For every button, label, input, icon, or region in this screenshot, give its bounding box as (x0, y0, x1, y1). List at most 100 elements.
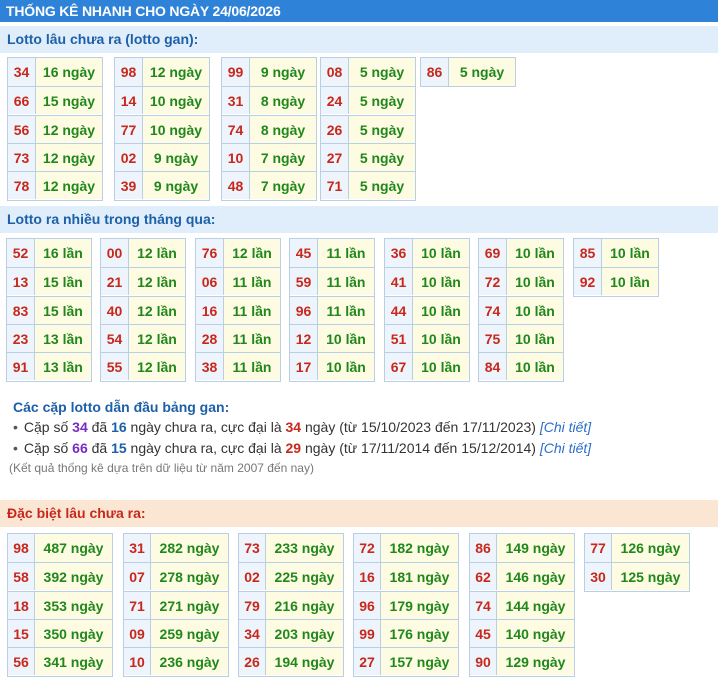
lotto-number[interactable]: 31 (222, 87, 250, 114)
lotto-number[interactable]: 31 (124, 534, 151, 562)
lotto-number[interactable]: 26 (321, 116, 349, 143)
lotto-number[interactable]: 56 (8, 648, 35, 675)
lotto-number[interactable]: 99 (222, 58, 250, 86)
detail-link[interactable]: [Chi tiết] (540, 440, 591, 456)
lotto-number[interactable]: 74 (470, 592, 497, 619)
lotto-number[interactable]: 74 (479, 297, 507, 324)
special-section-header: Đặc biệt lâu chưa ra: (0, 500, 718, 527)
lotto-number[interactable]: 77 (585, 534, 612, 562)
lotto-number[interactable]: 15 (8, 620, 35, 647)
lotto-number[interactable]: 00 (101, 239, 129, 267)
lotto-number[interactable]: 55 (101, 353, 129, 380)
lotto-number[interactable]: 44 (385, 297, 413, 324)
special-column: 72 182 ngày 16 181 ngày 96 179 ngày 99 176 ngày… (353, 533, 459, 677)
lotto-number[interactable]: 45 (290, 239, 318, 267)
lotto-number[interactable]: 27 (321, 144, 349, 171)
lotto-number[interactable]: 26 (239, 648, 266, 675)
lotto-number[interactable]: 18 (8, 592, 35, 619)
lotto-count: 10 lần (507, 239, 563, 267)
lotto-number[interactable]: 86 (421, 58, 449, 86)
lotto-number[interactable]: 90 (470, 648, 497, 675)
lotto-number[interactable]: 56 (8, 116, 36, 143)
frequent-column: 36 10 lần 41 10 lần 44 10 lần 51 10 lần 67 10 lần (384, 238, 470, 382)
lotto-number[interactable]: 74 (222, 116, 250, 143)
lotto-number[interactable]: 48 (222, 172, 250, 199)
lotto-number[interactable]: 34 (8, 58, 36, 86)
lotto-number[interactable]: 06 (196, 268, 224, 295)
lotto-number[interactable]: 58 (8, 563, 35, 590)
lotto-number[interactable]: 23 (7, 325, 35, 352)
lotto-number[interactable]: 02 (239, 563, 266, 590)
gan-row: 73 12 ngày (8, 143, 102, 171)
lotto-number[interactable]: 86 (470, 534, 497, 562)
lotto-number[interactable]: 96 (354, 592, 381, 619)
frequent-row: 84 10 lần (479, 352, 563, 380)
lotto-count: 12 lần (129, 239, 185, 267)
lotto-number[interactable]: 69 (479, 239, 507, 267)
lotto-count: 10 lần (413, 325, 469, 352)
lotto-number[interactable]: 16 (354, 563, 381, 590)
lotto-number[interactable]: 09 (124, 620, 151, 647)
lotto-number[interactable]: 92 (574, 268, 602, 295)
lotto-number[interactable]: 30 (585, 563, 612, 590)
lotto-number[interactable]: 51 (385, 325, 413, 352)
lotto-number[interactable]: 10 (222, 144, 250, 171)
lotto-number[interactable]: 77 (115, 116, 143, 143)
lotto-number[interactable]: 91 (7, 353, 35, 380)
lotto-number[interactable]: 16 (196, 297, 224, 324)
lotto-number[interactable]: 27 (354, 648, 381, 675)
lotto-count: 11 lần (318, 268, 374, 295)
lotto-number[interactable]: 41 (385, 268, 413, 295)
lotto-number[interactable]: 98 (115, 58, 143, 86)
lotto-number[interactable]: 75 (479, 325, 507, 352)
lotto-number[interactable]: 45 (470, 620, 497, 647)
lotto-number[interactable]: 12 (290, 325, 318, 352)
lotto-number[interactable]: 66 (8, 87, 36, 114)
frequent-row: 38 11 lần (196, 352, 280, 380)
lotto-number[interactable]: 39 (115, 172, 143, 199)
frequent-row: 41 10 lần (385, 267, 469, 295)
lotto-number[interactable]: 17 (290, 353, 318, 380)
lotto-number[interactable]: 21 (101, 268, 129, 295)
lotto-number[interactable]: 76 (196, 239, 224, 267)
lotto-number[interactable]: 72 (479, 268, 507, 295)
lotto-number[interactable]: 08 (321, 58, 349, 86)
lotto-number[interactable]: 52 (7, 239, 35, 267)
lotto-number[interactable]: 28 (196, 325, 224, 352)
special-row: 18 353 ngày (8, 591, 112, 619)
lotto-number[interactable]: 72 (354, 534, 381, 562)
lotto-number[interactable]: 24 (321, 87, 349, 114)
lotto-number[interactable]: 83 (7, 297, 35, 324)
lotto-number[interactable]: 99 (354, 620, 381, 647)
lotto-number[interactable]: 79 (239, 592, 266, 619)
lotto-number[interactable]: 13 (7, 268, 35, 295)
lotto-number[interactable]: 02 (115, 144, 143, 171)
lotto-count: 271 ngày (151, 592, 228, 619)
lotto-number[interactable]: 38 (196, 353, 224, 380)
lotto-number[interactable]: 34 (239, 620, 266, 647)
frequent-row: 12 10 lần (290, 324, 374, 352)
lotto-number[interactable]: 54 (101, 325, 129, 352)
lotto-number[interactable]: 98 (8, 534, 35, 562)
lotto-number[interactable]: 62 (470, 563, 497, 590)
lotto-number[interactable]: 10 (124, 648, 151, 675)
lotto-number[interactable]: 85 (574, 239, 602, 267)
lotto-count: 5 ngày (349, 87, 415, 114)
gan-row: 77 10 ngày (115, 115, 209, 143)
lotto-number[interactable]: 59 (290, 268, 318, 295)
lotto-number[interactable]: 36 (385, 239, 413, 267)
lotto-number[interactable]: 07 (124, 563, 151, 590)
lotto-number[interactable]: 14 (115, 87, 143, 114)
detail-link[interactable]: [Chi tiết] (540, 419, 591, 435)
gan-row: 14 10 ngày (115, 86, 209, 114)
lotto-number[interactable]: 78 (8, 172, 36, 199)
frequent-row: 17 10 lần (290, 352, 374, 380)
lotto-number[interactable]: 71 (124, 592, 151, 619)
lotto-number[interactable]: 84 (479, 353, 507, 380)
lotto-number[interactable]: 71 (321, 172, 349, 199)
lotto-number[interactable]: 40 (101, 297, 129, 324)
lotto-number[interactable]: 73 (8, 144, 36, 171)
lotto-number[interactable]: 96 (290, 297, 318, 324)
lotto-number[interactable]: 67 (385, 353, 413, 380)
lotto-number[interactable]: 73 (239, 534, 266, 562)
